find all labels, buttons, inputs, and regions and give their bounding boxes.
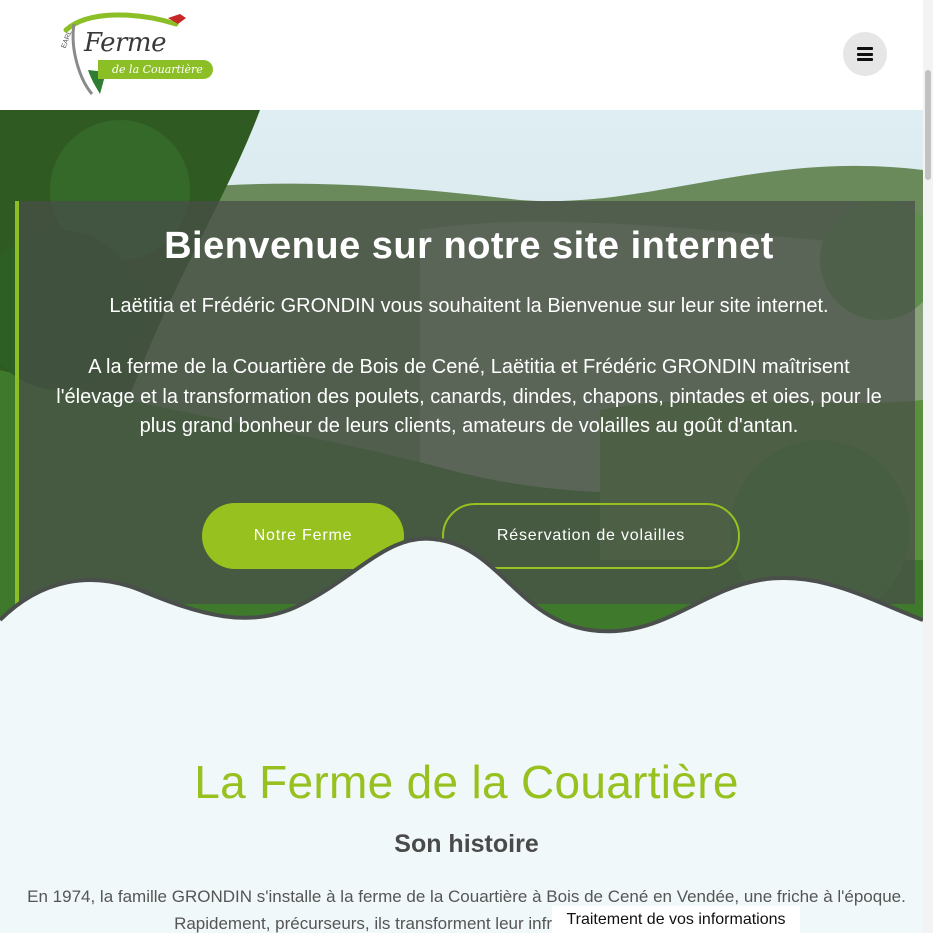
section-subtitle: Son histoire [394, 830, 539, 858]
site-logo[interactable]: EARL Ferme de la Couartière [58, 10, 218, 98]
logo-title: Ferme [84, 28, 166, 58]
site-header: EARL Ferme de la Couartière [0, 0, 933, 110]
cookie-consent-button[interactable]: Traitement de vos informations [552, 906, 800, 933]
logo-subtitle: de la Couartière [98, 60, 213, 79]
menu-button[interactable] [843, 32, 887, 76]
hero-intro: Laëtitia et Frédéric GRONDIN vous souhai… [109, 295, 829, 317]
hero-body-text: A la ferme de la Couartière de Bois de C… [56, 356, 882, 437]
hero-section: Bienvenue sur notre site internet Laëtit… [0, 110, 923, 670]
section-title: La Ferme de la Couartière [194, 756, 739, 808]
scrollbar-thumb[interactable] [925, 70, 931, 180]
hamburger-icon [857, 47, 873, 61]
wave-divider [0, 536, 923, 670]
hero-title: Bienvenue sur notre site internet [164, 225, 774, 267]
